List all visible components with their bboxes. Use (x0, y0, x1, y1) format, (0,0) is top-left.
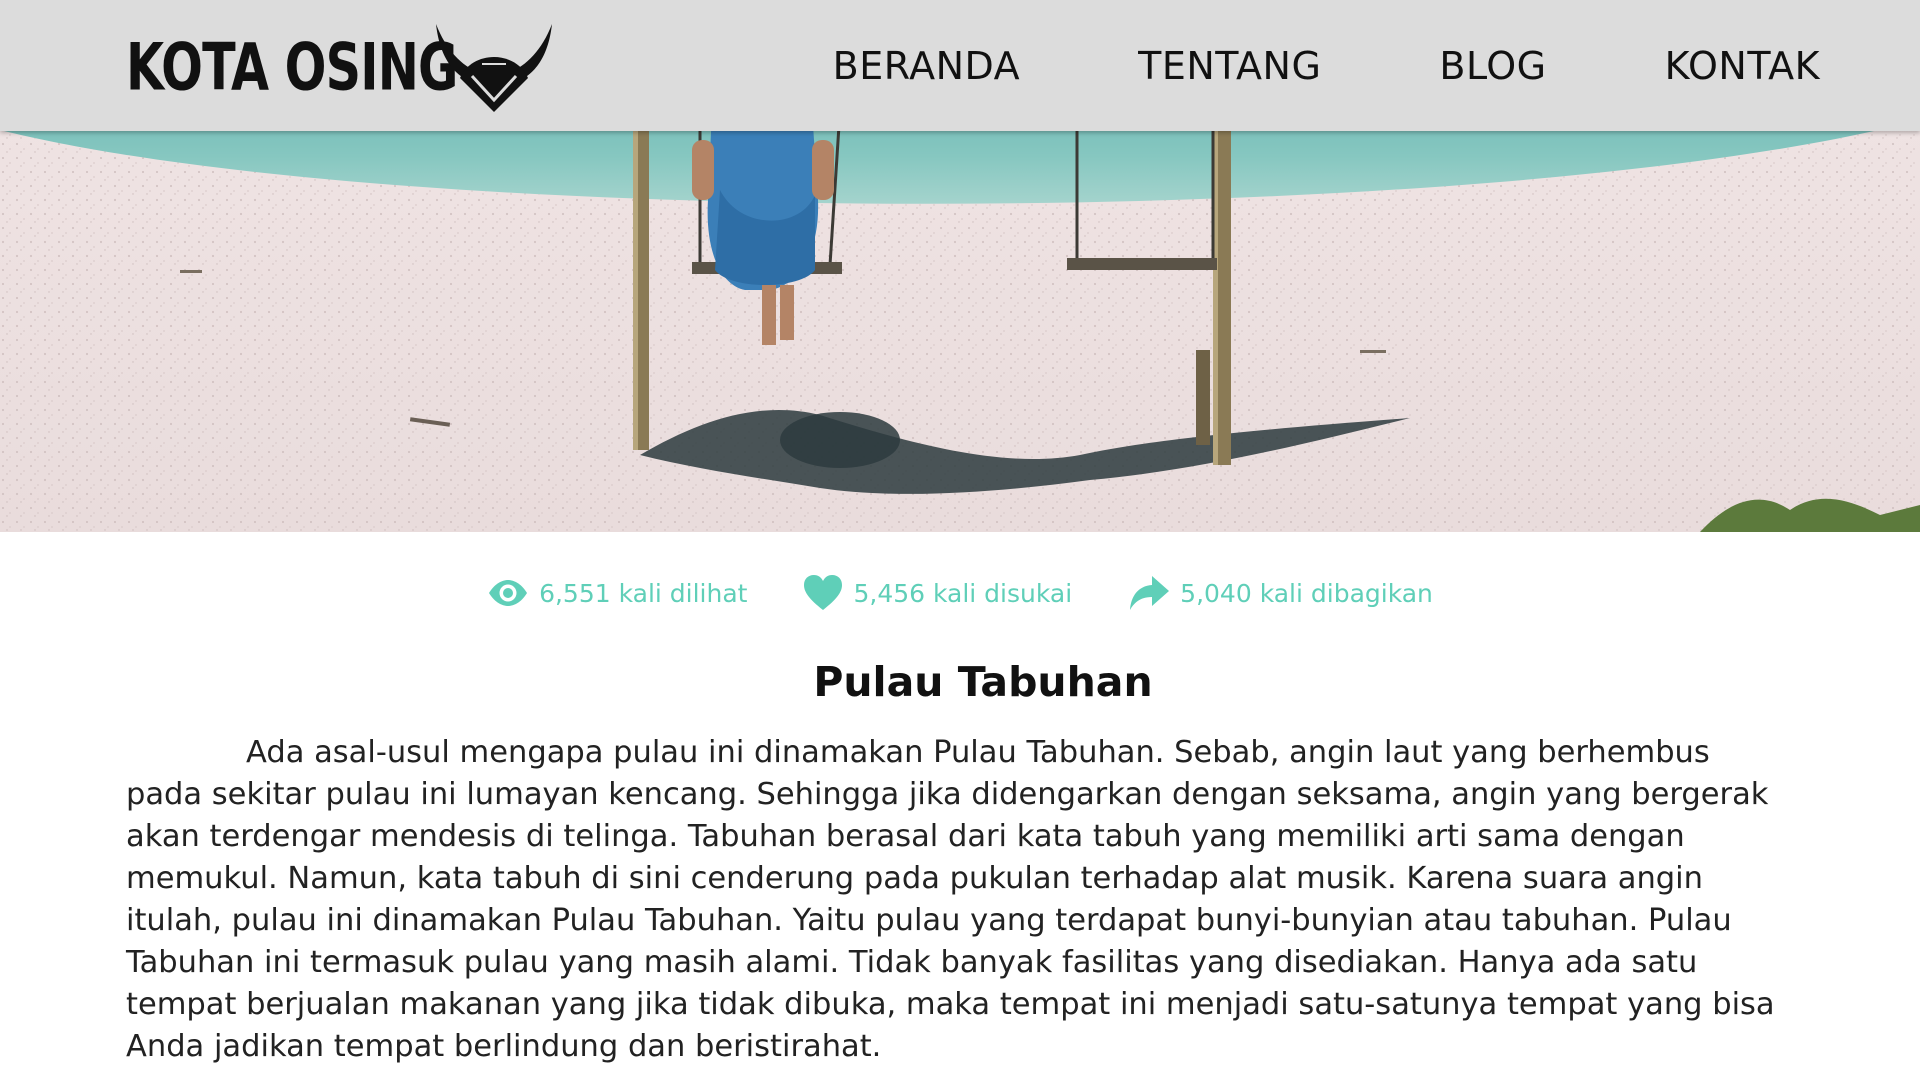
heart-icon (804, 575, 843, 610)
shares-count: 5,040 kali dibagikan (1180, 578, 1433, 608)
article-title: Pulau Tabuhan (813, 658, 1153, 706)
eye-icon (489, 580, 528, 606)
logo-text: KOTA OSING (126, 30, 458, 106)
likes-count: 5,456 kali disukai (853, 578, 1073, 608)
post-stats: 6,551 kali dilihat 5,456 kali disukai 5,… (0, 574, 1920, 612)
nav-kontak[interactable]: KONTAK (1665, 44, 1820, 88)
viking-helmet-icon (436, 24, 552, 112)
article-body: Ada asal-usul mengapa pulau ini dinamaka… (126, 735, 1775, 1064)
likes-stat[interactable]: 5,456 kali disukai (803, 574, 1072, 612)
share-arrow-icon (1130, 576, 1170, 610)
main-nav: BERANDA TENTANG BLOG KONTAK (715, 0, 1820, 131)
nav-blog[interactable]: BLOG (1439, 44, 1546, 88)
views-count: 6,551 kali dilihat (539, 578, 748, 608)
nav-tentang[interactable]: TENTANG (1138, 44, 1321, 88)
nav-beranda[interactable]: BERANDA (833, 44, 1020, 88)
site-logo[interactable]: KOTA OSING (126, 20, 556, 116)
site-header: KOTA OSING BERANDA TENTANG BLOG KONTAK (0, 0, 1920, 131)
views-stat: 6,551 kali dilihat (487, 578, 747, 608)
shares-stat[interactable]: 5,040 kali dibagikan (1128, 574, 1433, 612)
